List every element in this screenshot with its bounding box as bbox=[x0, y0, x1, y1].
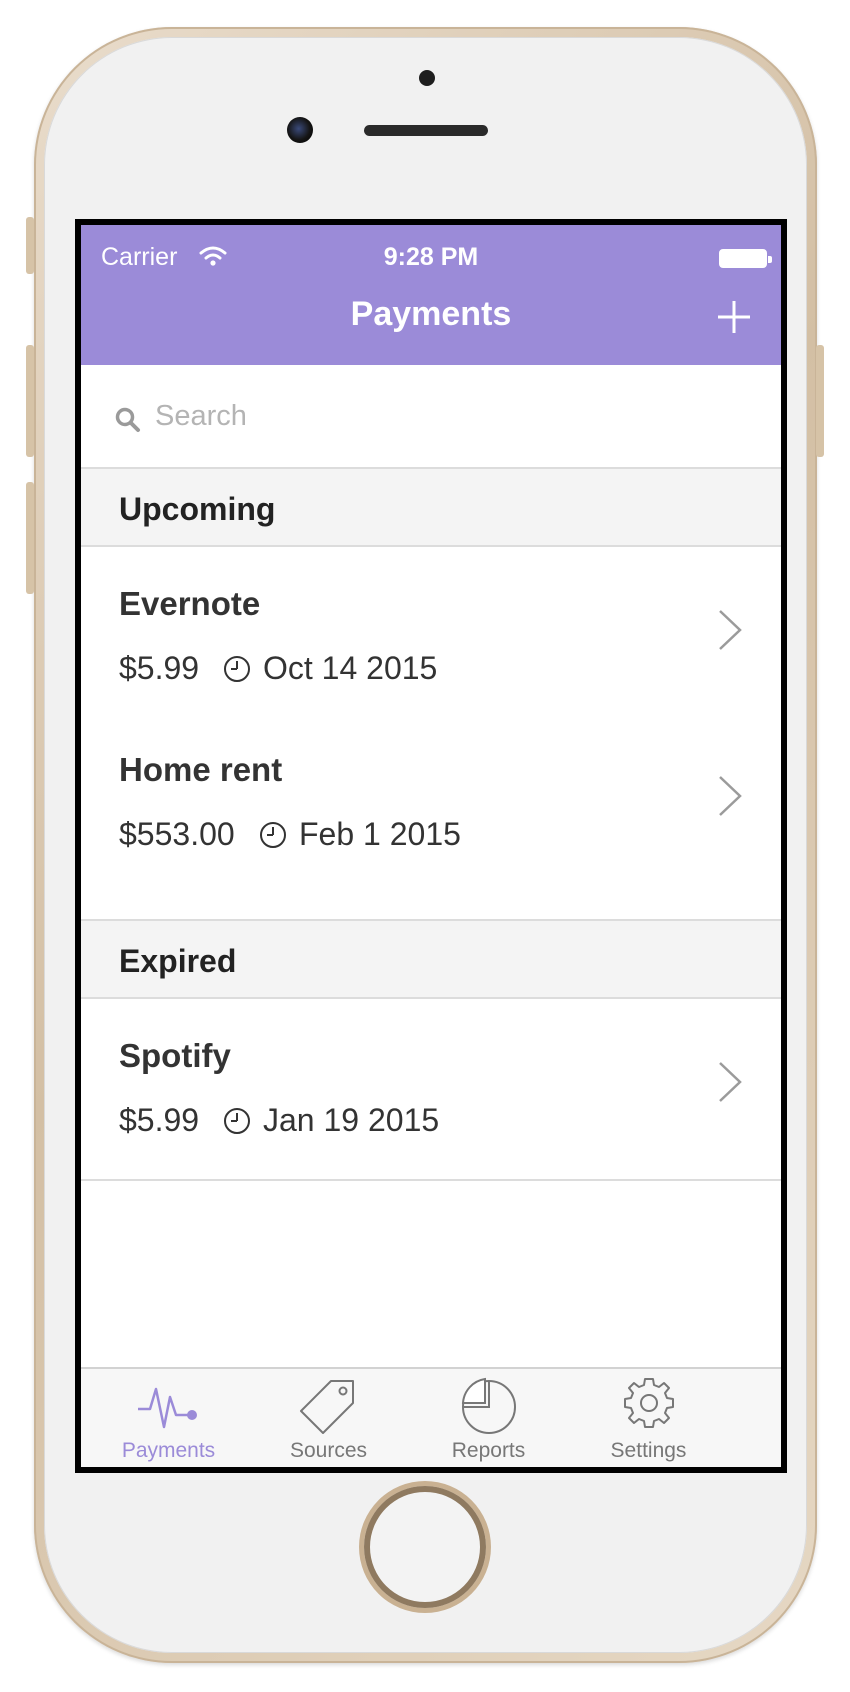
payment-date-group: Feb 1 2015 bbox=[259, 816, 461, 853]
power-button bbox=[816, 345, 824, 457]
tab-settings[interactable]: Settings bbox=[561, 1369, 736, 1467]
side-switch bbox=[26, 217, 34, 274]
section-title: Expired bbox=[119, 943, 237, 979]
payment-date: Oct 14 2015 bbox=[263, 650, 438, 686]
payment-name: Evernote bbox=[119, 585, 261, 622]
battery-tip bbox=[768, 256, 772, 263]
search-icon bbox=[115, 407, 140, 432]
tab-label: Reports bbox=[451, 1439, 526, 1462]
navigation-bar: Carrier 9:28 PM Payments bbox=[81, 225, 781, 365]
proximity-sensor bbox=[419, 70, 435, 86]
list-item[interactable]: Spotify $5.99 Jan 19 2015 bbox=[81, 999, 781, 1181]
tab-bar: Payments Sources Reports Settings bbox=[81, 1367, 781, 1467]
clock-icon bbox=[260, 821, 286, 848]
tab-sources[interactable]: Sources bbox=[241, 1369, 416, 1467]
tab-label: Sources bbox=[289, 1439, 368, 1462]
earpiece-speaker bbox=[364, 125, 488, 136]
home-button[interactable] bbox=[364, 1486, 486, 1608]
volume-up-button bbox=[26, 345, 34, 457]
chevron-right-icon bbox=[719, 610, 742, 650]
search-bar bbox=[81, 365, 781, 469]
payment-date: Jan 19 2015 bbox=[263, 1102, 440, 1138]
tab-label: Settings bbox=[610, 1439, 687, 1462]
camera-icon bbox=[287, 117, 313, 143]
section-title: Upcoming bbox=[119, 491, 276, 527]
section-spacer bbox=[81, 879, 781, 921]
payment-amount: $553.00 bbox=[119, 816, 235, 852]
search-input[interactable] bbox=[155, 395, 715, 437]
chevron-right-icon bbox=[719, 1062, 742, 1102]
list-item[interactable]: Evernote $5.99 Oct 14 2015 bbox=[81, 547, 781, 729]
status-time: 9:28 PM bbox=[383, 243, 479, 271]
tab-reports[interactable]: Reports bbox=[401, 1369, 576, 1467]
chevron-right-icon bbox=[719, 776, 742, 816]
page-title: Payments bbox=[350, 295, 512, 333]
pulse-icon bbox=[137, 1387, 197, 1429]
volume-down-button bbox=[26, 482, 34, 594]
payment-name: Spotify bbox=[119, 1037, 231, 1074]
section-header-upcoming: Upcoming bbox=[81, 469, 781, 547]
payment-amount: $5.99 bbox=[119, 1102, 200, 1138]
section-header-expired: Expired bbox=[81, 921, 781, 999]
battery-icon bbox=[719, 249, 767, 268]
pie-chart-icon bbox=[461, 1377, 516, 1434]
list-item[interactable]: Home rent $553.00 Feb 1 2015 bbox=[81, 713, 781, 895]
payment-name: Home rent bbox=[119, 751, 283, 788]
gear-icon bbox=[623, 1378, 674, 1428]
payment-date-group: Jan 19 2015 bbox=[223, 1102, 439, 1139]
tab-payments[interactable]: Payments bbox=[81, 1369, 256, 1467]
tab-label: Payments bbox=[121, 1439, 216, 1462]
payment-amount: $5.99 bbox=[119, 650, 200, 686]
payment-date: Feb 1 2015 bbox=[299, 816, 461, 852]
plus-icon[interactable] bbox=[715, 298, 753, 336]
payment-date-group: Oct 14 2015 bbox=[223, 650, 437, 687]
tag-icon bbox=[299, 1380, 354, 1434]
clock-icon bbox=[224, 1107, 250, 1134]
clock-icon bbox=[224, 655, 250, 682]
app-screen: Carrier 9:28 PM Payments Upcoming Everno… bbox=[75, 219, 787, 1473]
